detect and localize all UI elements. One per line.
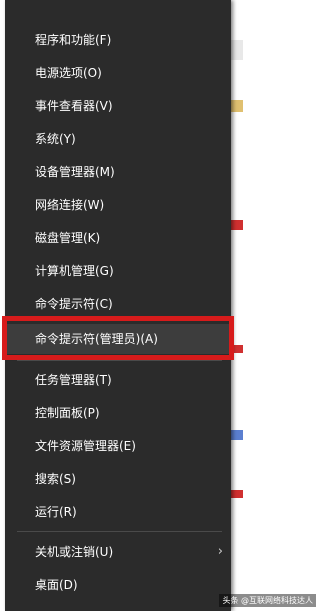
menu-item-file-explorer[interactable]: 文件资源管理器(E): [5, 431, 231, 461]
menu-item-computer-management[interactable]: 计算机管理(G): [5, 256, 231, 286]
menu-item-task-manager[interactable]: 任务管理器(T): [5, 365, 231, 395]
menu-item-event-viewer[interactable]: 事件查看器(V): [5, 91, 231, 121]
chevron-right-icon: ›: [217, 544, 223, 559]
menu-item-network-connections[interactable]: 网络连接(W): [5, 190, 231, 220]
menu-item-disk-management[interactable]: 磁盘管理(K): [5, 223, 231, 253]
menu-item-label: 控制面板(P): [35, 406, 100, 420]
background-strip: [230, 490, 243, 498]
menu-item-run[interactable]: 运行(R): [5, 497, 231, 527]
menu-item-label: 电源选项(O): [35, 66, 102, 80]
menu-item-label: 命令提示符(C): [35, 297, 113, 311]
menu-item-label: 计算机管理(G): [35, 264, 114, 278]
winx-context-menu: 程序和功能(F) 电源选项(O) 事件查看器(V) 系统(Y) 设备管理器(M)…: [5, 0, 231, 611]
menu-item-command-prompt[interactable]: 命令提示符(C): [5, 289, 231, 319]
menu-item-system[interactable]: 系统(Y): [5, 124, 231, 154]
menu-item-label: 运行(R): [35, 505, 77, 519]
menu-item-label: 任务管理器(T): [35, 373, 112, 387]
background-strip: [230, 220, 243, 230]
menu-item-shutdown-signout[interactable]: 关机或注销(U) ›: [5, 537, 231, 567]
menu-item-desktop[interactable]: 桌面(D): [5, 570, 231, 600]
background-strip: [230, 430, 243, 440]
menu-item-label: 事件查看器(V): [35, 99, 113, 113]
background-strip: [230, 100, 243, 112]
menu-item-label: 程序和功能(F): [35, 33, 112, 47]
menu-item-label: 设备管理器(M): [35, 165, 115, 179]
menu-item-label: 搜索(S): [35, 472, 76, 486]
menu-item-control-panel[interactable]: 控制面板(P): [5, 398, 231, 428]
menu-item-label: 桌面(D): [35, 578, 78, 592]
menu-item-label: 磁盘管理(K): [35, 231, 101, 245]
menu-item-device-manager[interactable]: 设备管理器(M): [5, 157, 231, 187]
menu-item-label: 关机或注销(U): [35, 545, 114, 559]
annotation-highlight-box: [2, 316, 234, 360]
menu-item-label: 系统(Y): [35, 132, 76, 146]
menu-separator: [17, 360, 222, 361]
menu-separator: [17, 531, 222, 532]
menu-item-search[interactable]: 搜索(S): [5, 464, 231, 494]
background-strip: [230, 40, 243, 60]
menu-item-label: 文件资源管理器(E): [35, 439, 136, 453]
menu-item-programs-features[interactable]: 程序和功能(F): [5, 25, 231, 55]
watermark: 头条 @互联网络科技达人: [219, 594, 316, 607]
menu-item-power-options[interactable]: 电源选项(O): [5, 58, 231, 88]
menu-item-label: 网络连接(W): [35, 198, 105, 212]
